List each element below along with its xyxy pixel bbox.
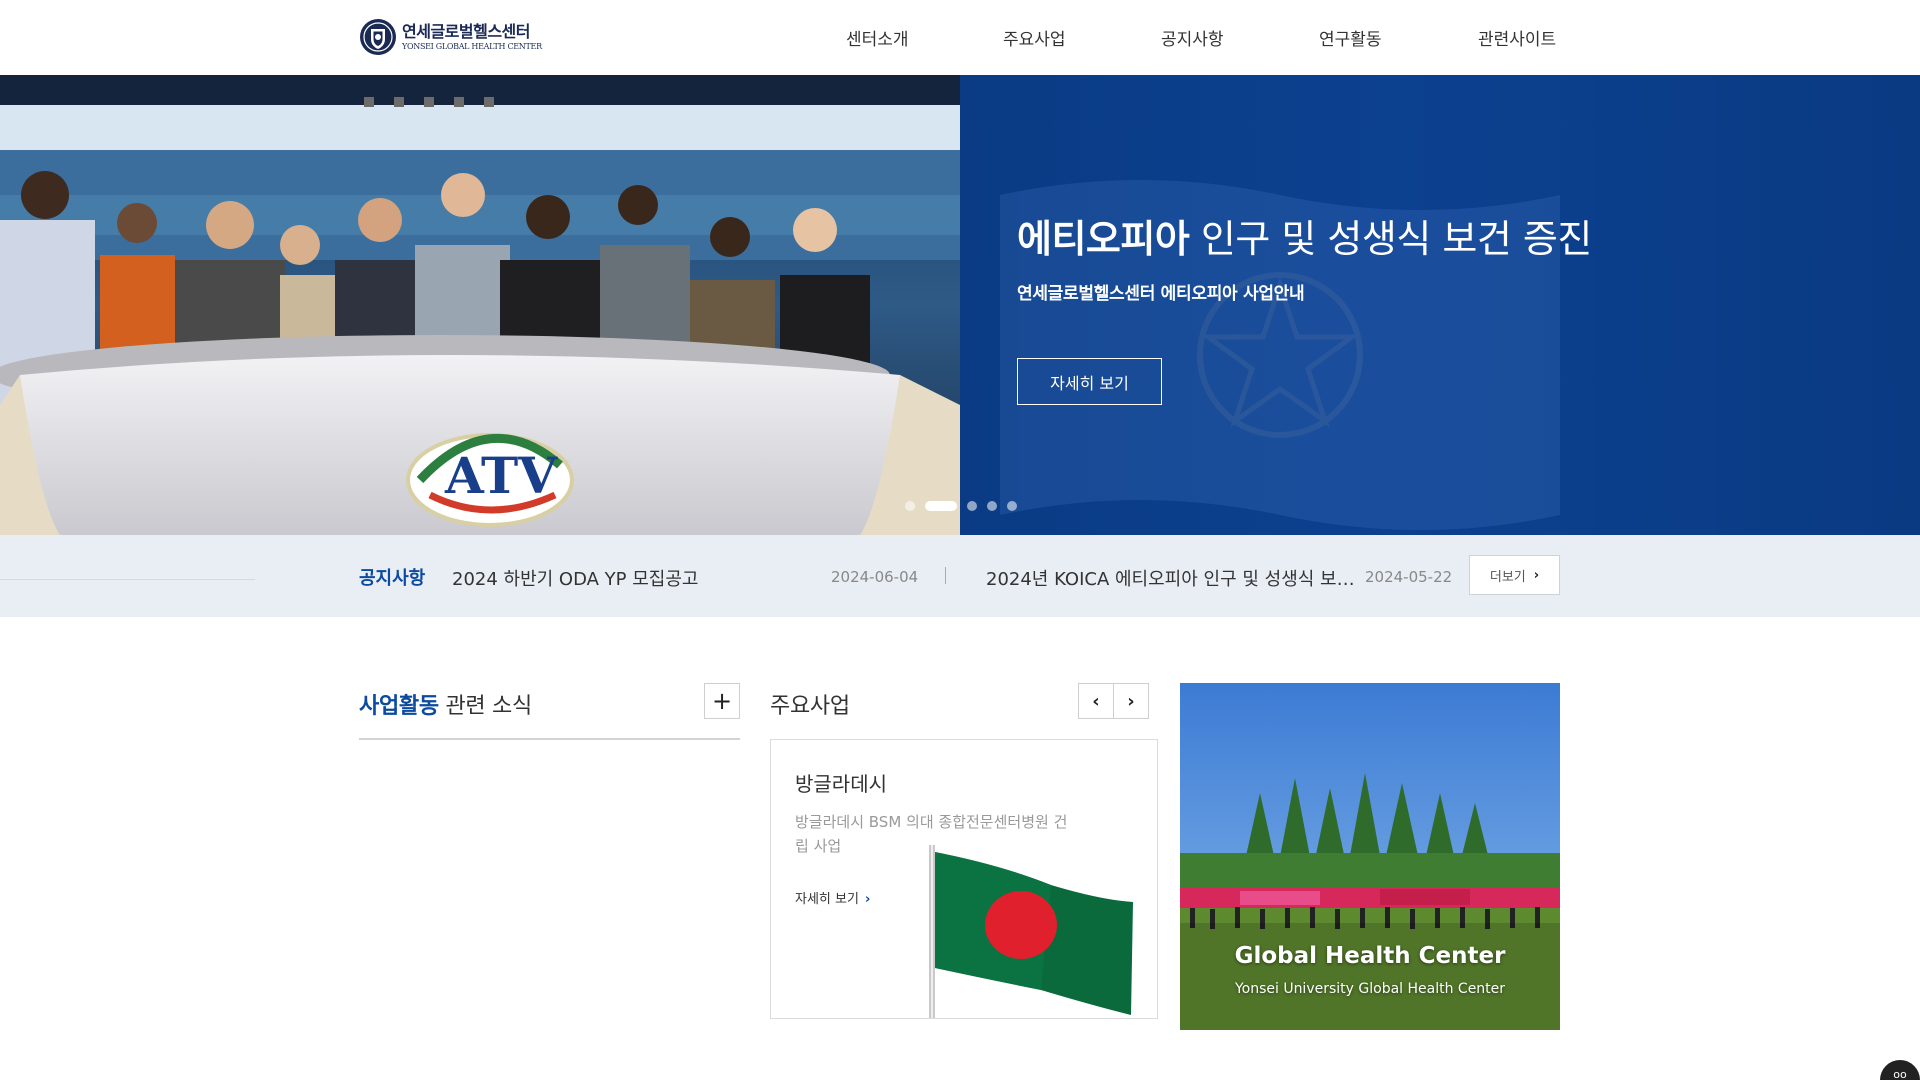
logo-english-text: YONSEI GLOBAL HEALTH CENTER [402,41,542,51]
floating-menu-button[interactable]: oo [1880,1060,1920,1080]
notice-more-label: 더보기 [1489,569,1526,585]
project-card-more-link[interactable]: 자세히 보기 › [795,888,870,907]
news-title-rest: 관련 소식 [438,694,532,719]
promo-subtitle: Yonsei University Global Health Center [1234,981,1506,997]
hero-subtitle: 연세글로벌헬스센터 에티오피아 사업안내 [1017,284,1305,304]
news-more-plus-button[interactable]: + [704,683,740,719]
notice-divider [0,579,255,580]
notice-date-1: 2024-06-04 [831,568,919,586]
notice-separator [945,567,946,584]
nav-item-notices[interactable]: 공지사항 [1161,25,1224,50]
site-logo[interactable]: 연세글로벌헬스센터 YONSEI GLOBAL HEALTH CENTER [359,18,542,56]
notice-more-button[interactable]: 더보기 › [1469,555,1560,595]
hero-title-bold: 에티오피아 [1017,217,1190,261]
notice-item-2[interactable]: 2024년 KOICA 에티오피아 인구 및 성생식 보… [986,565,1355,591]
global-health-center-promo[interactable]: Global Health Center Yonsei University G… [1180,683,1560,1030]
bangladesh-flag-icon [929,845,1133,1018]
nav-item-center-intro[interactable]: 센터소개 [846,25,909,50]
slider-dot-5[interactable] [1007,501,1017,511]
news-section-title: 사업활동 관련 소식 [359,688,532,720]
nav-item-research[interactable]: 연구활동 [1319,25,1382,50]
notice-date-2: 2024-05-22 [1365,568,1453,586]
notice-bar: 공지사항 2024 하반기 ODA YP 모집공고 2024-06-04 202… [0,535,1920,617]
notice-label: 공지사항 [359,568,426,589]
hero-slider: ATV 에티오피아 인구 및 성생식 보건 증진 연세글로벌헬스센터 에티오피아… [0,75,1920,535]
promo-photo [1180,683,1560,1030]
logo-korean-text: 연세글로벌헬스센터 [402,21,530,41]
backdrop-atv-logo: ATV [444,446,558,505]
slider-dot-3[interactable] [967,501,977,511]
project-card-title: 방글라데시 [795,772,887,796]
slider-dot-2[interactable] [925,501,957,511]
slider-dots [905,501,1027,511]
hero-title-rest: 인구 및 성생식 보건 증진 [1189,217,1592,261]
slider-dot-1[interactable] [905,501,915,511]
floating-menu-icon: oo [1893,1068,1907,1080]
slider-dot-4[interactable] [987,501,997,511]
hero-group-photo: ATV [0,75,960,535]
project-card[interactable]: 방글라데시 방글라데시 BSM 의대 종합전문센터병원 건립 사업 자세히 보기… [770,739,1158,1019]
projects-section-title: 주요사업 [770,694,850,719]
news-section-rule [359,738,740,740]
notice-item-1[interactable]: 2024 하반기 ODA YP 모집공고 [452,565,699,591]
hero-title: 에티오피아 인구 및 성생식 보건 증진 [1017,208,1592,263]
nav-item-related-sites[interactable]: 관련사이트 [1478,25,1556,50]
yonsei-emblem-icon [360,19,396,55]
nav-item-main-projects[interactable]: 주요사업 [1003,25,1066,50]
chevron-right-icon: › [1533,567,1540,583]
projects-prev-button[interactable]: ‹ [1078,683,1114,719]
site-header: 연세글로벌헬스센터 YONSEI GLOBAL HEALTH CENTER 센터… [0,0,1920,75]
hero-more-button[interactable]: 자세히 보기 [1017,358,1162,405]
chevron-right-icon: › [864,892,871,907]
project-card-link-label: 자세히 보기 [795,892,859,907]
projects-next-button[interactable]: › [1113,683,1149,719]
news-title-bold: 사업활동 [359,694,439,719]
promo-title: Global Health Center [1234,943,1506,969]
